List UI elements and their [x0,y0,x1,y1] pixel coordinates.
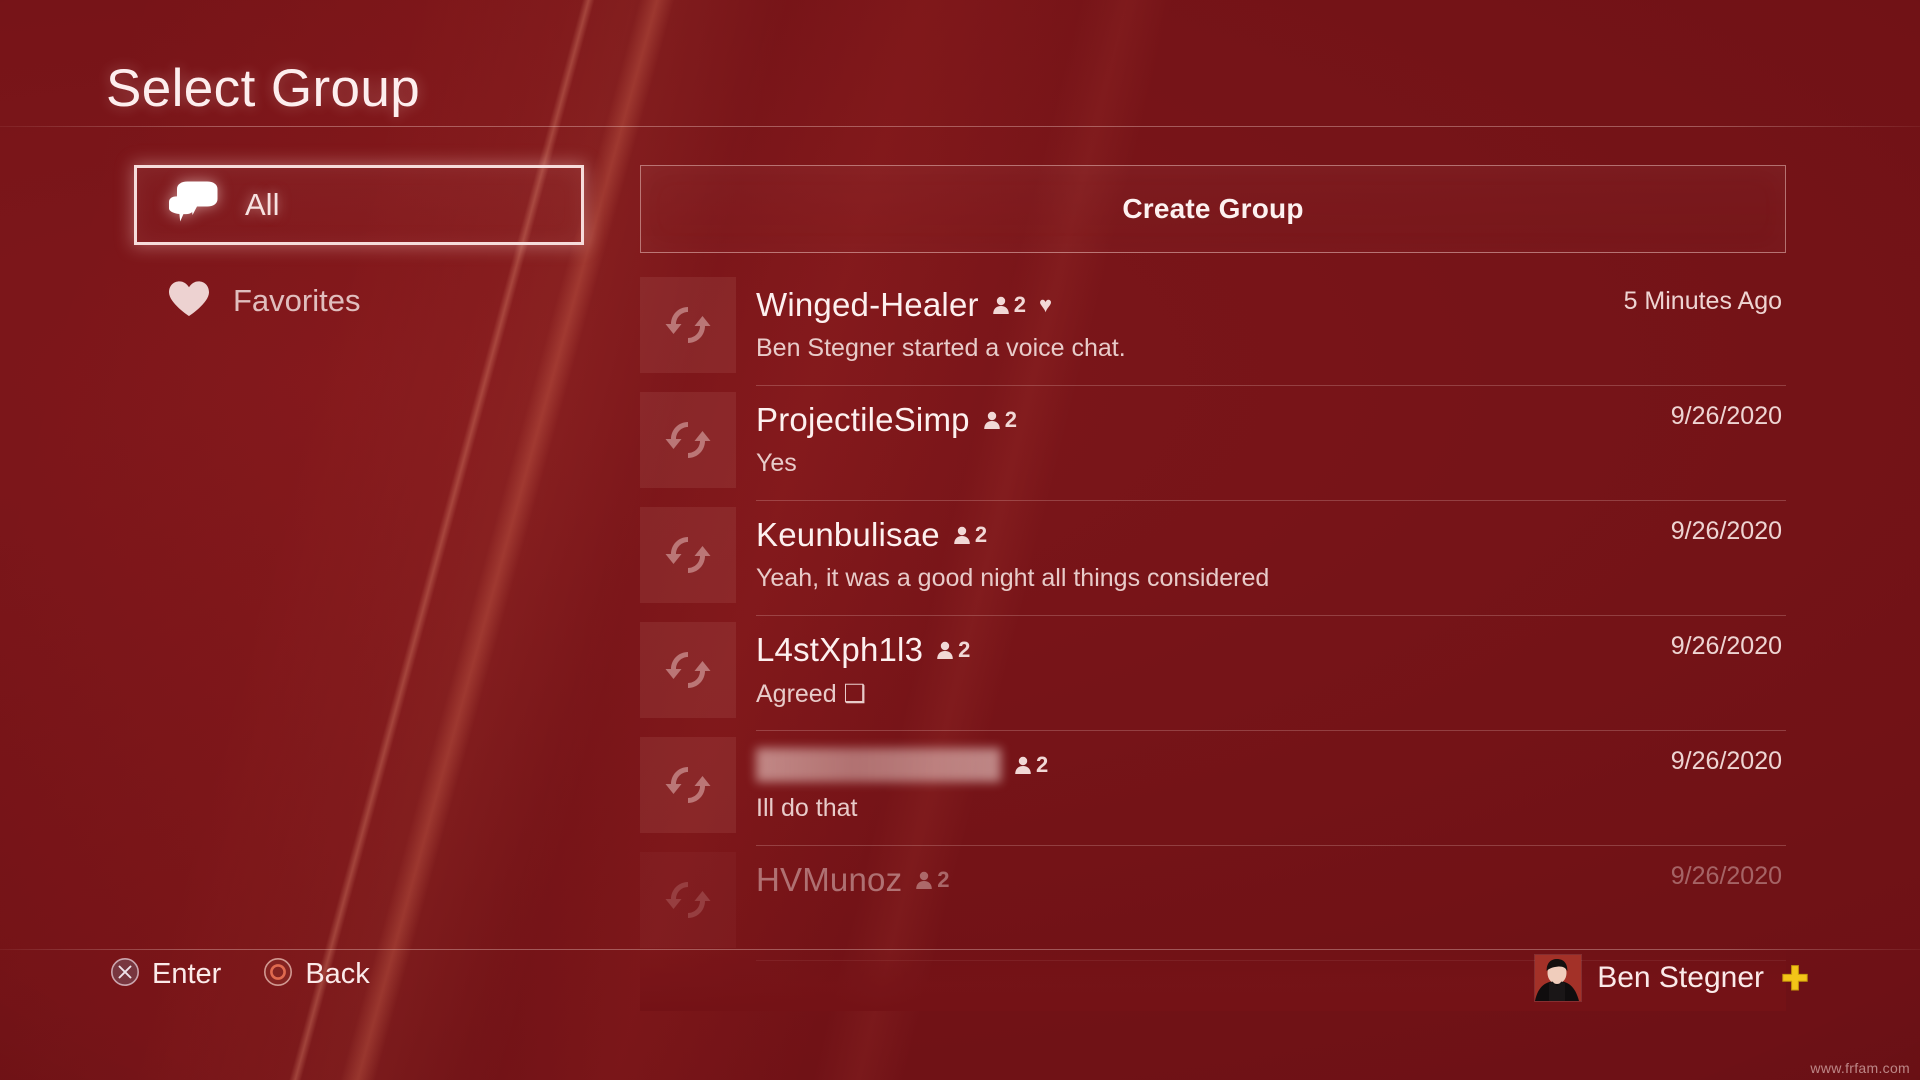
member-count-value: 2 [1004,407,1017,432]
avatar [1535,955,1582,1001]
table-row[interactable]: Winged-Healer 2 ♥ Ben Stegner started a … [640,271,1786,386]
group-preview: Yeah, it was a good night all things con… [756,564,1270,592]
member-count: 2 [952,522,987,548]
group-timestamp: 9/26/2020 [1670,517,1782,545]
group-preview: Ill do that [756,794,858,822]
circle-button-icon [263,957,293,992]
table-row[interactable]: L4stXph1l3 2 Agreed ❑ 9/26/2020 [640,616,1786,731]
group-timestamp: 5 Minutes Ago [1623,287,1782,315]
ps-plus-icon [1780,963,1810,993]
member-count-value: 2 [937,867,950,892]
user-name: Ben Stegner [1597,961,1764,994]
header: Select Group [0,0,1920,127]
page-title: Select Group [106,59,421,118]
group-preview: Ben Stegner started a voice chat. [756,334,1126,362]
table-row[interactable]: Keunbulisae 2 Yeah, it was a good night … [640,501,1786,616]
create-group-label: Create Group [1122,193,1304,224]
group-row-body: Keunbulisae 2 Yeah, it was a good night … [756,501,1786,616]
heart-icon [167,279,211,324]
group-timestamp: 9/26/2020 [1670,862,1782,890]
hint-label: Back [305,958,370,990]
group-avatar [640,737,736,833]
group-avatar [640,622,736,718]
group-avatar [640,852,736,948]
group-row-body: 2 Ill do that 9/26/2020 [756,731,1786,846]
member-count: 2 [991,292,1026,318]
person-icon [937,641,953,659]
table-row[interactable]: 2 Ill do that 9/26/2020 [640,731,1786,846]
member-count-value: 2 [1036,752,1049,777]
sidebar-item-all[interactable]: All [134,165,584,245]
footer-hints: Enter Back [110,957,370,992]
member-count-value: 2 [974,522,988,547]
person-icon [983,411,1000,429]
create-group-button[interactable]: Create Group [640,165,1786,253]
group-avatar [640,277,736,373]
group-name: Keunbulisae [756,516,940,553]
sync-arrows-icon [665,882,711,918]
group-row-body: Winged-Healer 2 ♥ Ben Stegner started a … [756,271,1786,386]
group-row-body: L4stXph1l3 2 Agreed ❑ 9/26/2020 [756,616,1786,731]
member-count: 2 [982,407,1017,433]
watermark: www.frfam.com [1810,1060,1910,1076]
person-icon [954,526,970,544]
group-timestamp: 9/26/2020 [1670,747,1782,775]
footer-divider [0,949,1920,950]
group-timestamp: 9/26/2020 [1670,632,1782,660]
group-row-body: HVMunoz 2 9/26/2020 [756,846,1786,961]
group-timestamp: 9/26/2020 [1670,402,1782,430]
group-preview: Agreed ❑ [756,680,866,708]
table-row[interactable]: HVMunoz 2 9/26/2020 [640,846,1786,961]
header-divider [0,126,1920,127]
person-icon [992,296,1009,314]
member-count: 2 [914,867,950,893]
group-name: HVMunoz [756,861,903,898]
group-name: Winged-Healer [756,286,979,323]
member-count-value: 2 [1013,292,1026,317]
cross-button-icon [110,957,140,992]
group-name: ProjectileSimp [756,401,970,438]
group-name-redacted [756,748,1001,782]
sync-arrows-icon [665,767,711,803]
sidebar: All Favorites [134,165,584,341]
main-panel: Create Group Winged-Healer 2 ♥ Ben Stegn… [640,165,1786,1011]
sync-arrows-icon [665,422,711,458]
member-count: 2 [1013,752,1048,778]
member-count: 2 [935,637,970,663]
group-name: L4stXph1l3 [756,631,924,668]
favorite-heart-icon: ♥ [1038,292,1053,317]
table-row[interactable]: ProjectileSimp 2 Yes 9/26/2020 [640,386,1786,501]
group-avatar [640,507,736,603]
sidebar-item-label: All [245,187,280,222]
group-avatar [640,392,736,488]
hint-back[interactable]: Back [263,957,370,992]
group-preview: Yes [756,449,797,477]
sidebar-item-favorites[interactable]: Favorites [134,261,584,341]
hint-label: Enter [152,958,222,990]
sidebar-item-label: Favorites [233,283,361,318]
person-icon [916,871,933,889]
sync-arrows-icon [665,652,711,688]
member-count-value: 2 [958,637,971,662]
hint-enter[interactable]: Enter [110,957,221,992]
sync-arrows-icon [665,307,711,343]
sync-arrows-icon [665,537,711,573]
group-row-body: ProjectileSimp 2 Yes 9/26/2020 [756,386,1786,501]
group-list[interactable]: Winged-Healer 2 ♥ Ben Stegner started a … [640,271,1786,1011]
person-icon [1015,756,1031,774]
user-profile[interactable]: Ben Stegner [1535,955,1810,1001]
chat-bubbles-icon [167,180,223,231]
